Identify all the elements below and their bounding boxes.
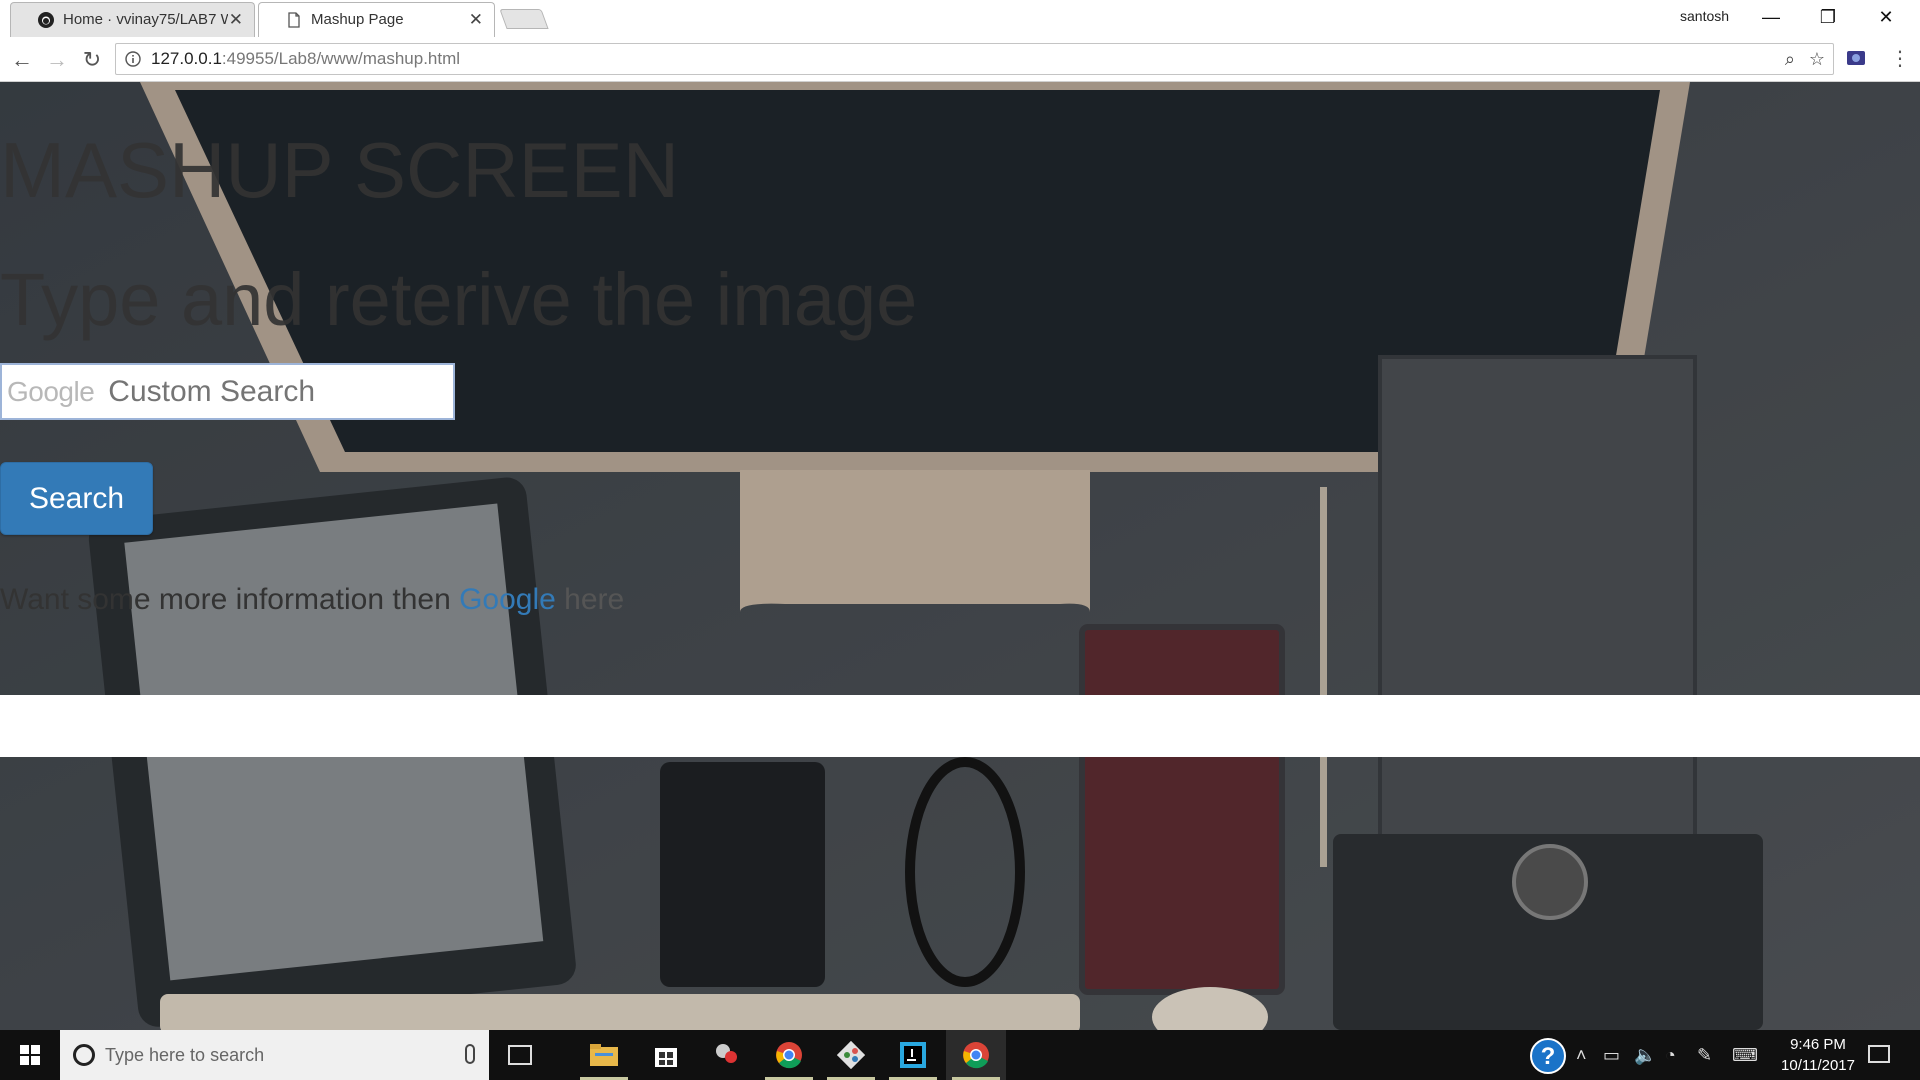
google-link[interactable]: Google: [459, 583, 556, 616]
page-viewport: MASHUP SCREEN Type and reterive the imag…: [0, 82, 1920, 1030]
svg-text:?: ?: [1541, 1043, 1556, 1070]
menu-icon[interactable]: ⋮: [1890, 46, 1910, 71]
profile-name[interactable]: santosh: [1680, 8, 1729, 24]
white-band: [0, 695, 1920, 757]
github-icon: [38, 11, 54, 28]
reload-icon[interactable]: ↻: [78, 46, 106, 74]
volume-icon[interactable]: 🔈: [1634, 1045, 1656, 1066]
extension-icon[interactable]: [1846, 48, 1866, 68]
here-text: here: [555, 583, 625, 616]
wifi-icon[interactable]: ◔: [1665, 1045, 1676, 1066]
taskbar-search[interactable]: Type here to search: [60, 1030, 489, 1080]
bookmark-star-icon[interactable]: ☆: [1809, 49, 1825, 70]
pen-icon[interactable]: ✎: [1697, 1045, 1712, 1066]
cortana-icon: [73, 1044, 95, 1066]
chrome-icon[interactable]: [759, 1030, 819, 1080]
address-bar[interactable]: 127.0.0.1:49955/Lab8/www/mashup.html ⌕ ☆: [115, 43, 1834, 75]
task-view-icon[interactable]: [508, 1045, 532, 1065]
git-icon[interactable]: [821, 1030, 881, 1080]
notification-icon[interactable]: [1868, 1045, 1890, 1063]
taskbar: Type here to search ? ˄ ▭ 🔈 ◔ ✎ ⌨ 9:46 P…: [0, 1030, 1920, 1080]
search-input[interactable]: [108, 374, 439, 409]
browser-toolbar: ← → ↻ 127.0.0.1:49955/Lab8/www/mashup.ht…: [0, 37, 1920, 82]
tab-mashup[interactable]: Mashup Page ✕: [258, 2, 495, 37]
custom-search-box[interactable]: Google: [0, 363, 455, 420]
chrome-active-icon[interactable]: [946, 1030, 1006, 1080]
intellij-icon[interactable]: [883, 1030, 943, 1080]
info-line: Want some more information then Google h…: [0, 583, 624, 617]
keyboard-icon[interactable]: ⌨: [1732, 1045, 1758, 1066]
microphone-icon[interactable]: [465, 1044, 475, 1064]
url-path: :49955/Lab8/www/mashup.html: [221, 49, 461, 68]
tab-title: Mashup Page: [311, 11, 404, 28]
file-explorer-icon[interactable]: [574, 1030, 634, 1080]
google-watermark: Google: [7, 375, 95, 407]
info-text: Want some more information then: [0, 583, 460, 616]
restore-icon[interactable]: ❐: [1800, 0, 1856, 34]
tab-title: Home · vvinay75/LAB7 W: [63, 11, 228, 28]
help-icon[interactable]: ?: [1530, 1038, 1566, 1074]
clock-time[interactable]: 9:46 PM: [1788, 1036, 1848, 1053]
tab-strip: Home · vvinay75/LAB7 W ✕ Mashup Page ✕ s…: [0, 0, 1920, 37]
search-button[interactable]: Search: [0, 462, 153, 535]
clock-date[interactable]: 10/11/2017: [1771, 1057, 1865, 1074]
new-tab-button[interactable]: [499, 9, 549, 29]
tab-github[interactable]: Home · vvinay75/LAB7 W ✕: [10, 2, 255, 37]
close-window-icon[interactable]: ✕: [1858, 0, 1914, 34]
taskbar-search-placeholder: Type here to search: [105, 1044, 265, 1065]
zoom-icon[interactable]: ⌕: [1785, 49, 1795, 70]
windows-logo-icon: [20, 1045, 40, 1065]
page-content: MASHUP SCREEN Type and reterive the imag…: [0, 82, 1920, 1030]
snipping-tool-icon[interactable]: [697, 1030, 757, 1080]
page-icon: [288, 11, 300, 28]
store-icon[interactable]: [636, 1030, 696, 1080]
url-host: 127.0.0.1: [151, 49, 222, 68]
close-icon[interactable]: ✕: [229, 10, 243, 30]
info-icon[interactable]: [125, 51, 141, 67]
forward-arrow-icon[interactable]: →: [43, 46, 71, 74]
page-subtitle: Type and reterive the image: [0, 258, 918, 341]
start-button[interactable]: [0, 1030, 60, 1080]
back-arrow-icon[interactable]: ←: [8, 46, 36, 74]
battery-icon[interactable]: ▭: [1603, 1045, 1620, 1066]
show-hidden-icons-icon[interactable]: ˄: [1576, 1045, 1587, 1066]
close-icon[interactable]: ✕: [469, 10, 483, 30]
page-title: MASHUP SCREEN: [0, 126, 680, 214]
minimize-icon[interactable]: —: [1743, 0, 1799, 34]
